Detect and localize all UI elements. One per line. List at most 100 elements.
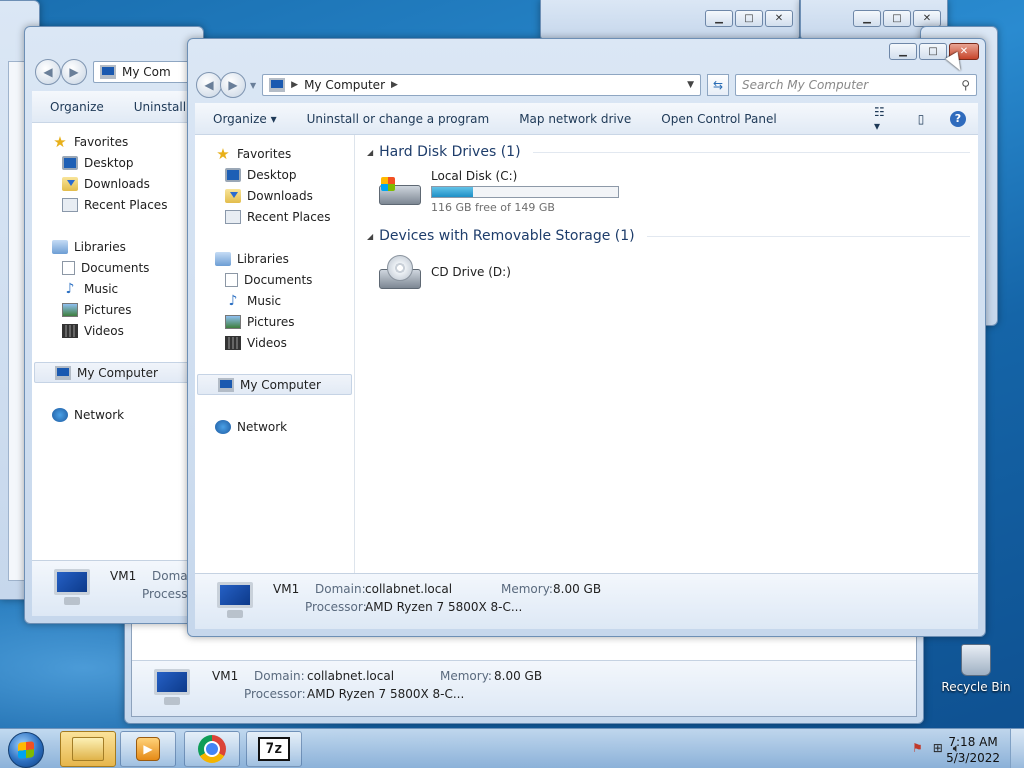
memory-value: 8.00 GB (553, 582, 602, 596)
maximize-button[interactable]: □ (919, 43, 947, 60)
nav-documents[interactable]: Documents (32, 257, 203, 278)
preview-pane-icon[interactable]: ▯ (912, 111, 930, 127)
show-desktop-button[interactable] (1010, 729, 1024, 768)
recycle-bin[interactable]: Recycle Bin (938, 644, 1014, 694)
address-dropdown-icon[interactable]: ▼ (687, 80, 694, 90)
star-icon: ★ (53, 132, 67, 151)
nav-pictures[interactable]: Pictures (195, 311, 354, 332)
collapse-triangle-icon[interactable]: ◢ (367, 232, 373, 241)
videos-icon (62, 323, 78, 338)
address-bar[interactable]: My Com (93, 61, 193, 83)
map-network-drive-button[interactable]: Map network drive (519, 112, 631, 126)
taskbar: ▶ 7z ⚑ ⊞ 🔈︎ 7:18 AM 5/3/2022 (0, 728, 1024, 768)
address-bar[interactable]: ▶ My Computer ▶ ▼ (262, 74, 701, 96)
processor-label: Processor: (305, 600, 367, 614)
search-box[interactable]: Search My Computer ⚲ (735, 74, 977, 96)
drive-local-disk-c[interactable]: Local Disk (C:) 116 GB free of 149 GB (377, 167, 970, 215)
computer-icon (150, 667, 194, 707)
clock-date: 5/3/2022 (946, 751, 1000, 765)
minimize-button[interactable]: ▁ (889, 43, 917, 60)
help-icon[interactable]: ? (950, 110, 966, 127)
collapse-triangle-icon[interactable]: ◢ (367, 148, 373, 157)
back-button[interactable]: ◀ (35, 59, 61, 85)
change-view-icon[interactable]: ☷ ▾ (874, 105, 892, 133)
network-icon (215, 419, 231, 434)
forward-button[interactable]: ▶ (61, 59, 87, 85)
seven-zip-icon: 7z (258, 737, 290, 761)
taskbar-chrome[interactable] (184, 731, 240, 767)
computer-name: VM1 (212, 669, 239, 683)
libraries-icon (52, 239, 68, 254)
search-icon[interactable]: ⚲ (961, 78, 970, 92)
memory-label: Memory: (440, 669, 492, 683)
breadcrumb-chevron-icon[interactable]: ▶ (391, 80, 398, 90)
group-header-removable-storage[interactable]: ◢ Devices with Removable Storage (1) (367, 225, 970, 247)
nav-recent-places[interactable]: Recent Places (32, 194, 203, 215)
close-button[interactable]: ✕ (765, 10, 793, 27)
search-input[interactable]: Search My Computer (742, 78, 961, 92)
nav-pictures[interactable]: Pictures (32, 299, 203, 320)
nav-videos[interactable]: Videos (32, 320, 203, 341)
forward-button[interactable]: ▶ (220, 72, 246, 98)
nav-favorites[interactable]: ★ Favorites (195, 143, 354, 164)
nav-music[interactable]: ♪ Music (195, 290, 354, 311)
clock[interactable]: 7:18 AM 5/3/2022 (946, 734, 1000, 766)
minimize-button[interactable]: ▁ (705, 10, 733, 27)
group-header-hard-disk-drives[interactable]: ◢ Hard Disk Drives (1) (367, 141, 970, 163)
drive-cd-d[interactable]: CD Drive (D:) (377, 251, 970, 299)
nav-libraries[interactable]: Libraries (195, 248, 354, 269)
close-button[interactable]: ✕ (913, 10, 941, 27)
drives-view: ◢ Hard Disk Drives (1) Local Disk (C:) 1… (355, 135, 978, 574)
back-left-details: VM1 Domai Processo (32, 560, 203, 616)
action-center-icon[interactable]: ⚑ (912, 741, 923, 756)
documents-icon (225, 272, 238, 287)
back-window-left: ◀ ▶ My Com Organize Uninstall ★ Favorites… (24, 26, 204, 624)
taskbar-explorer[interactable] (60, 731, 116, 767)
taskbar-media-player[interactable]: ▶ (120, 731, 176, 767)
maximize-button[interactable]: □ (883, 10, 911, 27)
address-text: My Com (122, 65, 171, 79)
breadcrumb-chevron-icon[interactable]: ▶ (291, 80, 298, 90)
videos-icon (225, 335, 241, 350)
computer-icon (218, 377, 234, 392)
uninstall-program-button[interactable]: Uninstall or change a program (307, 112, 490, 126)
nav-music[interactable]: ♪ Music (32, 278, 203, 299)
nav-downloads[interactable]: Downloads (195, 185, 354, 206)
back-window-top: ▁ □ ✕ (540, 0, 800, 40)
caption-buttons: ▁ □ ✕ (889, 43, 979, 60)
taskbar-7zip[interactable]: 7z (246, 731, 302, 767)
maximize-button[interactable]: □ (735, 10, 763, 27)
nav-documents[interactable]: Documents (195, 269, 354, 290)
breadcrumb-my-computer[interactable]: My Computer (304, 78, 385, 92)
organize-button[interactable]: Organize (50, 100, 104, 114)
nav-my-computer[interactable]: My Computer (197, 374, 352, 395)
processor-value: AMD Ryzen 7 5800X 8-C... (365, 600, 523, 614)
command-bar: Organize ▾ Uninstall or change a program… (195, 103, 978, 135)
nav-downloads[interactable]: Downloads (32, 173, 203, 194)
open-control-panel-button[interactable]: Open Control Panel (661, 112, 776, 126)
nav-desktop[interactable]: Desktop (32, 152, 203, 173)
domain-label: Domain: (254, 669, 305, 683)
computer-name: VM1 (273, 582, 300, 596)
start-button[interactable] (8, 732, 44, 768)
nav-videos[interactable]: Videos (195, 332, 354, 353)
music-note-icon: ♪ (228, 292, 238, 309)
nav-favorites[interactable]: ★ Favorites (32, 131, 203, 152)
back-button[interactable]: ◀ (196, 72, 222, 98)
nav-recent-places[interactable]: Recent Places (195, 206, 354, 227)
nav-desktop[interactable]: Desktop (195, 164, 354, 185)
recent-pages-dropdown[interactable]: ▼ (250, 81, 256, 90)
navigation-bar: ◀ ▶ ▼ ▶ My Computer ▶ ▼ ⇆ Search My Comp… (196, 71, 977, 99)
chrome-icon (198, 735, 226, 763)
memory-label: Memory: (501, 582, 553, 596)
nav-libraries[interactable]: Libraries (32, 236, 203, 257)
nav-network[interactable]: Network (32, 404, 203, 425)
uninstall-button[interactable]: Uninstall (134, 100, 186, 114)
star-icon: ★ (216, 144, 230, 163)
nav-network[interactable]: Network (195, 416, 354, 437)
organize-button[interactable]: Organize ▾ (213, 112, 277, 126)
nav-my-computer[interactable]: My Computer (34, 362, 201, 383)
network-tray-icon[interactable]: ⊞ (933, 741, 943, 756)
refresh-button[interactable]: ⇆ (707, 74, 729, 96)
minimize-button[interactable]: ▁ (853, 10, 881, 27)
